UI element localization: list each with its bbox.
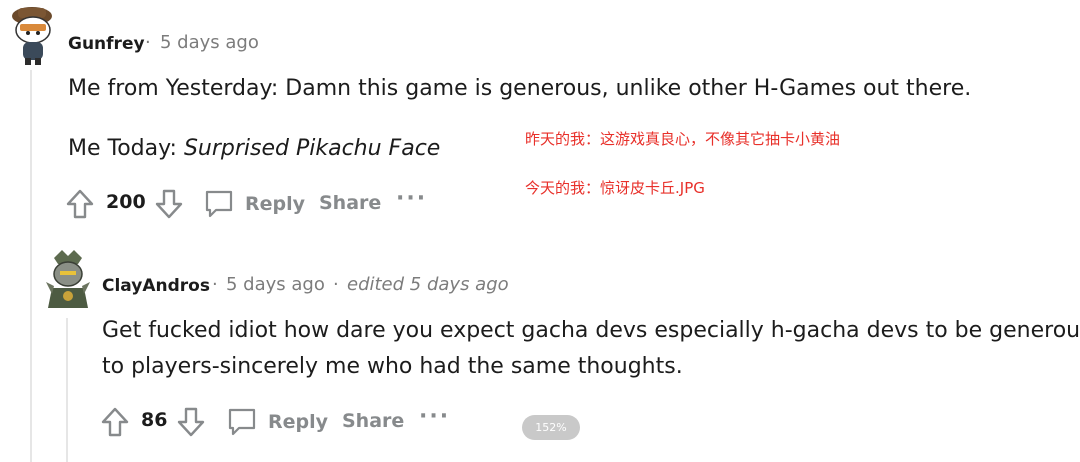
reply-button[interactable]: Reply xyxy=(203,186,305,222)
meta-separator: · xyxy=(212,274,218,295)
reply-button[interactable]: Reply xyxy=(226,404,328,440)
edited-timestamp: edited 5 days ago xyxy=(347,274,509,295)
reply-label: Reply xyxy=(245,193,306,215)
comment-body-line: to players-sincerely me who had the same… xyxy=(102,354,683,379)
body-italic: Surprised Pikachu Face xyxy=(183,136,441,161)
upvote-icon xyxy=(101,407,129,437)
meta-separator: · xyxy=(333,274,339,295)
share-button[interactable]: Share xyxy=(342,410,404,432)
reply-label: Reply xyxy=(268,411,329,433)
meta-separator: · xyxy=(145,32,151,53)
armored-avatar-icon xyxy=(46,250,90,308)
snoo-avatar-icon xyxy=(12,7,52,65)
more-options-button[interactable]: ··· xyxy=(419,404,450,429)
upvote-button[interactable] xyxy=(98,404,132,440)
vote-score: 86 xyxy=(141,409,168,431)
comment-timestamp[interactable]: 5 days ago xyxy=(226,274,325,295)
more-options-button[interactable]: ··· xyxy=(396,186,427,211)
avatar-gunfrey[interactable] xyxy=(6,4,56,66)
zoom-level-indicator: 152% xyxy=(522,415,580,440)
share-button[interactable]: Share xyxy=(319,192,381,214)
vote-score: 200 xyxy=(106,191,146,213)
thread-line[interactable] xyxy=(30,70,32,462)
downvote-button[interactable] xyxy=(152,186,186,222)
downvote-icon xyxy=(155,189,183,219)
comment-body-line: Get fucked idiot how dare you expect gac… xyxy=(102,318,1080,343)
comment-icon xyxy=(205,190,233,218)
annotation-line: 昨天的我：这游戏真良心，不像其它抽卡小黄油 xyxy=(525,130,841,148)
comment-timestamp[interactable]: 5 days ago xyxy=(160,32,259,53)
comment-icon xyxy=(228,408,256,436)
thread-line[interactable] xyxy=(66,318,68,462)
upvote-icon xyxy=(66,189,94,219)
annotation-line: 今天的我：惊讶皮卡丘.JPG xyxy=(525,179,705,197)
comment-body-line: Me Today: Surprised Pikachu Face xyxy=(68,130,440,167)
body-prefix: Me Today: xyxy=(68,136,184,161)
downvote-icon xyxy=(177,407,205,437)
comment-author[interactable]: Gunfrey xyxy=(68,34,145,54)
downvote-button[interactable] xyxy=(174,404,208,440)
upvote-button[interactable] xyxy=(63,186,97,222)
comment-body-line: Me from Yesterday: Damn this game is gen… xyxy=(68,76,972,101)
comment-author[interactable]: ClayAndros xyxy=(102,276,210,296)
avatar-clayandros[interactable] xyxy=(44,248,92,310)
